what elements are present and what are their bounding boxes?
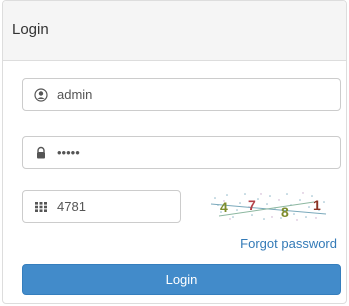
captcha-value: 4781 bbox=[57, 199, 86, 214]
forgot-password-link[interactable]: Forgot password bbox=[240, 236, 337, 251]
password-field[interactable]: ••••• bbox=[22, 136, 341, 169]
username-value: admin bbox=[57, 87, 93, 102]
captcha-field[interactable]: 4781 bbox=[22, 190, 181, 223]
svg-text:1: 1 bbox=[313, 197, 321, 213]
svg-text:8: 8 bbox=[281, 204, 289, 220]
login-button[interactable]: Login bbox=[22, 264, 341, 295]
lock-icon bbox=[34, 146, 48, 160]
login-panel: Login admin ••••• 4781 4 7 8 1 Forgot pa… bbox=[2, 0, 347, 304]
username-field[interactable]: admin bbox=[22, 78, 341, 111]
captcha-image[interactable]: 4 7 8 1 bbox=[209, 190, 328, 223]
user-icon bbox=[34, 87, 48, 102]
keypad-icon bbox=[34, 200, 48, 214]
password-value: ••••• bbox=[57, 145, 80, 160]
panel-title: Login bbox=[12, 21, 49, 38]
panel-header: Login bbox=[3, 1, 346, 61]
svg-text:7: 7 bbox=[248, 197, 256, 213]
svg-text:4: 4 bbox=[220, 199, 228, 215]
